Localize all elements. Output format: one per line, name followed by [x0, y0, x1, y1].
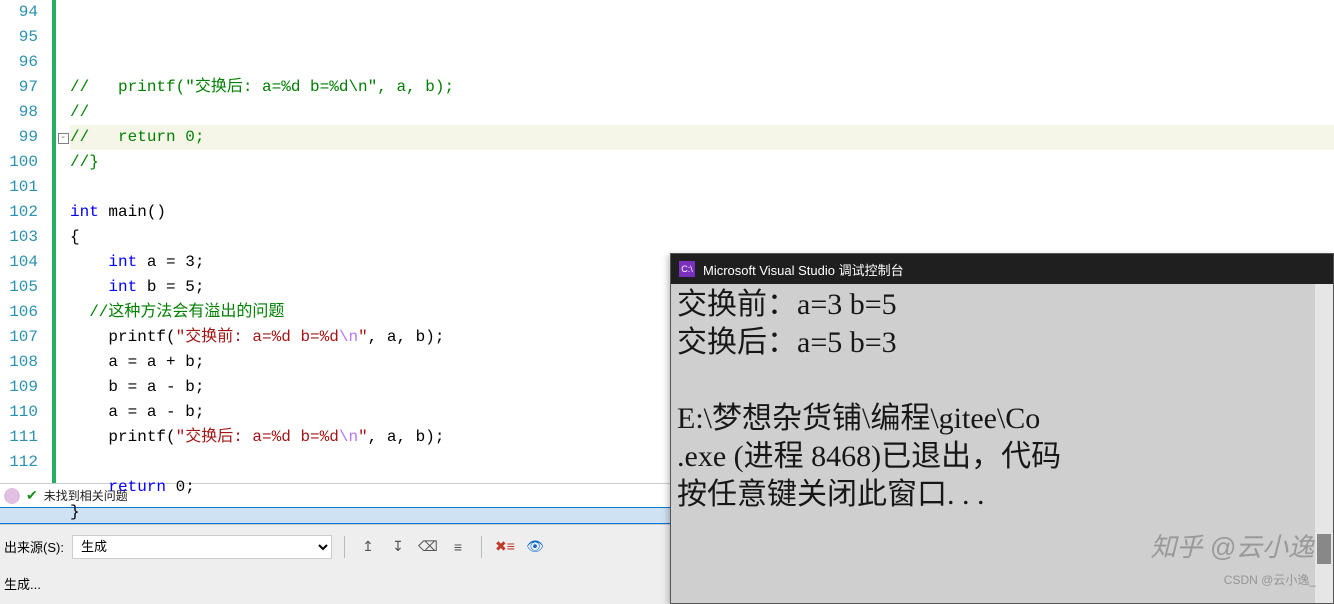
code-line[interactable]: printf("交换后: a=%d b=%d\n", a, b); — [70, 425, 1334, 450]
code-line[interactable] — [70, 175, 1334, 200]
fold-toggle — [56, 375, 70, 400]
line-number: 105 — [0, 275, 38, 300]
code-line[interactable]: { — [70, 225, 1334, 250]
building-label: 生成... — [4, 577, 41, 592]
code-line[interactable]: int a = 3; — [70, 250, 1334, 275]
fold-toggle — [56, 200, 70, 225]
line-number: 98 — [0, 100, 38, 125]
code-line[interactable]: // return 0; — [70, 125, 1334, 150]
code-line[interactable]: return 0; — [70, 475, 1334, 500]
fold-toggle — [56, 400, 70, 425]
check-icon: ✔ — [26, 487, 38, 504]
line-number: 110 — [0, 400, 38, 425]
code-line[interactable]: a = a + b; — [70, 350, 1334, 375]
line-number-gutter: 9495969798991001011021031041051061071081… — [0, 0, 44, 483]
code-editor[interactable]: 9495969798991001011021031041051061071081… — [0, 0, 1334, 483]
line-number: 94 — [0, 0, 38, 25]
fold-toggle — [56, 75, 70, 100]
line-number: 112 — [0, 450, 38, 475]
fold-toggle — [56, 325, 70, 350]
code-line[interactable]: // printf("交换后: a=%d b=%d\n", a, b); — [70, 75, 1334, 100]
fold-toggle — [56, 25, 70, 50]
line-number: 109 — [0, 375, 38, 400]
line-number: 106 — [0, 300, 38, 325]
code-line[interactable]: int main() — [70, 200, 1334, 225]
fold-toggle — [56, 450, 70, 475]
line-number: 100 — [0, 150, 38, 175]
line-number: 104 — [0, 250, 38, 275]
code-area[interactable]: // printf("交换后: a=%d b=%d\n", a, b);////… — [70, 0, 1334, 483]
code-line[interactable]: //这种方法会有溢出的问题 — [70, 300, 1334, 325]
fold-toggle — [56, 425, 70, 450]
code-line[interactable]: a = a - b; — [70, 400, 1334, 425]
line-number: 111 — [0, 425, 38, 450]
fold-toggle — [56, 175, 70, 200]
fold-toggle — [56, 0, 70, 25]
line-number: 103 — [0, 225, 38, 250]
code-line[interactable] — [70, 525, 1334, 550]
fold-toggle — [56, 225, 70, 250]
change-stripe — [44, 0, 56, 483]
fold-toggle — [56, 50, 70, 75]
line-number: 99 — [0, 125, 38, 150]
line-number: 101 — [0, 175, 38, 200]
fold-toggle — [56, 300, 70, 325]
code-line[interactable]: int b = 5; — [70, 275, 1334, 300]
fold-toggle — [56, 150, 70, 175]
fold-column[interactable]: - — [56, 0, 70, 483]
line-number: 96 — [0, 50, 38, 75]
line-number: 107 — [0, 325, 38, 350]
code-line[interactable]: // — [70, 100, 1334, 125]
output-source-label: 出来源(S): — [4, 537, 64, 556]
fold-toggle — [56, 350, 70, 375]
code-line[interactable]: printf("交换前: a=%d b=%d\n", a, b); — [70, 325, 1334, 350]
code-line[interactable]: b = a - b; — [70, 375, 1334, 400]
lightbulb-icon[interactable] — [4, 488, 20, 504]
fold-toggle — [56, 275, 70, 300]
code-line[interactable]: //} — [70, 150, 1334, 175]
code-line[interactable] — [70, 450, 1334, 475]
fold-toggle — [56, 100, 70, 125]
fold-toggle — [56, 250, 70, 275]
line-number: 108 — [0, 350, 38, 375]
line-number: 102 — [0, 200, 38, 225]
code-line[interactable]: } — [70, 500, 1334, 525]
fold-toggle[interactable]: - — [56, 125, 70, 150]
line-number: 95 — [0, 25, 38, 50]
line-number: 97 — [0, 75, 38, 100]
